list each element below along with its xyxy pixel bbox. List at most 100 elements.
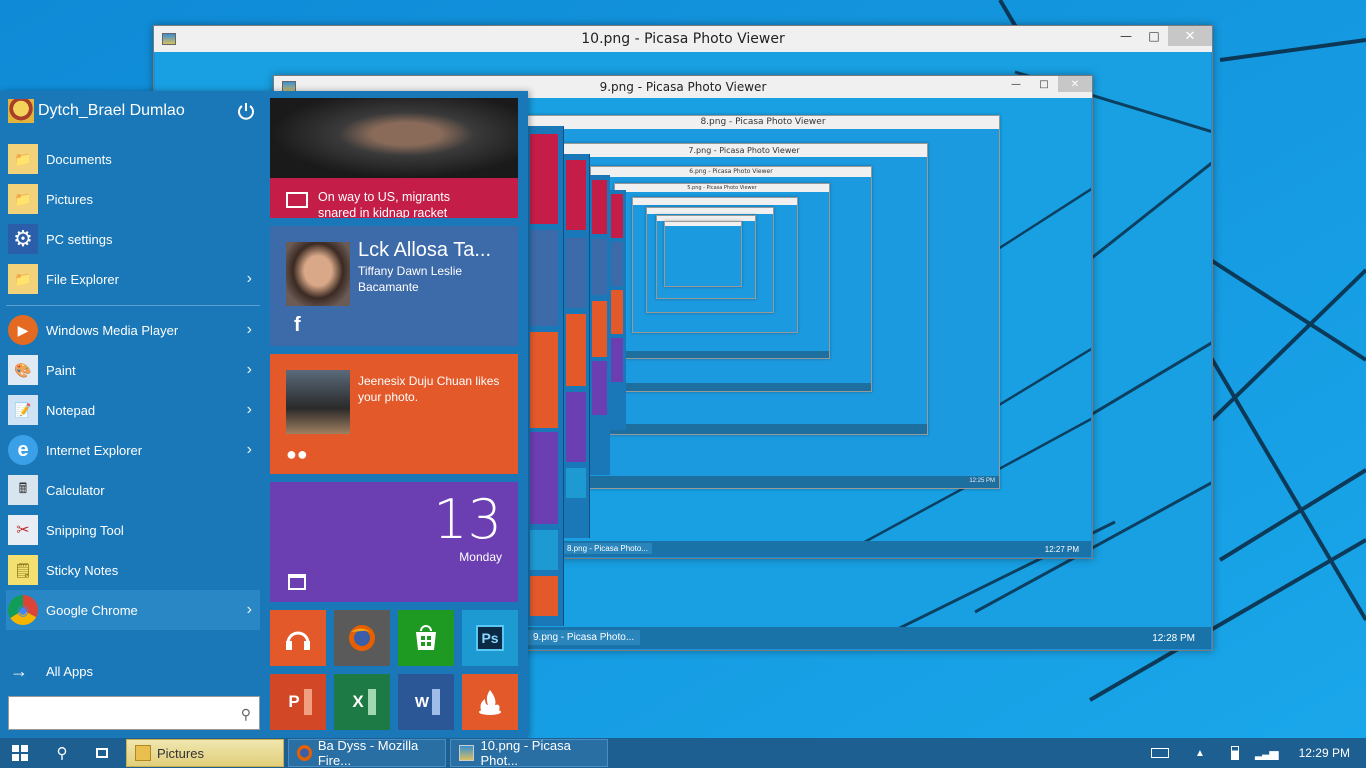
ie-icon: e [8, 435, 38, 465]
start-item-snipping-tool[interactable]: ✂ Snipping Tool [6, 510, 260, 550]
people-photo [286, 370, 350, 434]
taskbar-button-picasa[interactable]: 10.png - Picasa Phot... [450, 738, 608, 768]
keyboard-icon[interactable] [1151, 748, 1170, 758]
nested-start-menu-sliver [610, 190, 626, 430]
start-item-label: Windows Media Player [46, 322, 179, 338]
maximize-button[interactable]: □ [1030, 76, 1058, 92]
nested-start-menu-sliver [528, 126, 564, 626]
picasa-icon [162, 33, 176, 45]
notepad-icon: 📝 [8, 395, 38, 425]
chevron-right-icon[interactable]: › [247, 321, 252, 339]
firefox-tile[interactable] [334, 610, 390, 666]
start-button[interactable] [0, 738, 40, 768]
close-button[interactable]: ✕ [1168, 26, 1212, 46]
inner-clock: 12:25 PM [969, 478, 995, 484]
start-item-notepad[interactable]: 📝 Notepad › [6, 390, 260, 430]
nested-start-menu-sliver [590, 175, 610, 475]
start-item-paint[interactable]: 🎨 Paint › [6, 350, 260, 390]
facebook-icon: f [294, 314, 301, 336]
firefox-icon [349, 625, 375, 651]
inner-clock: 12:27 PM [1044, 544, 1079, 554]
powerpoint-tile[interactable]: P [270, 674, 326, 730]
word-tile[interactable]: W [398, 674, 454, 730]
start-item-sticky-notes[interactable]: 🗒 Sticky Notes [6, 550, 260, 590]
chrome-icon: ◉ [8, 595, 38, 625]
close-button[interactable]: ✕ [1058, 76, 1092, 92]
people-icon: ●● [286, 444, 308, 464]
inner-taskbar-button: 9.png - Picasa Photo... [527, 630, 641, 645]
folder-icon: 📁 [8, 184, 38, 214]
calendar-day-name: Monday [459, 550, 502, 564]
start-item-internet-explorer[interactable]: e Internet Explorer › [6, 430, 260, 470]
task-view-icon [96, 748, 108, 758]
start-item-label: Paint [46, 362, 76, 378]
start-item-label: PC settings [46, 231, 113, 247]
calculator-icon: 🖩 [8, 475, 38, 505]
start-item-calculator[interactable]: 🖩 Calculator [6, 470, 260, 510]
taskbar-button-pictures[interactable]: Pictures [126, 739, 284, 767]
inner-clock: 12:28 PM [1152, 632, 1195, 644]
people-tile[interactable]: Jeenesix Duju Chuan likes your photo. ●● [270, 354, 518, 474]
all-apps-button[interactable]: → All Apps [10, 661, 93, 682]
chevron-right-icon[interactable]: › [247, 601, 252, 619]
window-title: 9.png - Picasa Photo Viewer [599, 80, 767, 94]
calendar-icon [288, 574, 306, 590]
start-item-google-chrome[interactable]: ◉ Google Chrome › [6, 590, 260, 630]
start-item-documents[interactable]: 📁 Documents [6, 139, 260, 179]
maximize-button[interactable]: □ [1140, 26, 1168, 46]
chevron-right-icon[interactable]: › [247, 361, 252, 379]
news-tile[interactable]: On way to US, migrants snared in kidnap … [270, 98, 518, 218]
start-item-windows-media-player[interactable]: ▶ Windows Media Player › [6, 310, 260, 350]
picasa-icon [459, 745, 475, 761]
facebook-tile[interactable]: Lck Allosa Ta... Tiffany Dawn Leslie Bac… [270, 226, 518, 346]
network-icon[interactable]: ▂▃▅ [1255, 746, 1279, 760]
battery-icon[interactable] [1230, 746, 1239, 760]
news-photo [270, 98, 518, 178]
start-item-file-explorer[interactable]: 📁 File Explorer › [6, 259, 260, 299]
task-view-button[interactable] [84, 738, 120, 768]
picasa-window-1[interactable] [664, 221, 742, 287]
start-menu[interactable]: Dytch_Brael Dumlao 📁 Documents 📁 Pictures ⚙ P… [0, 91, 528, 738]
excel-tile[interactable]: X [334, 674, 390, 730]
store-icon [416, 625, 436, 650]
show-hidden-icons-button[interactable]: ▲ [1195, 748, 1205, 759]
user-name: Dytch_Brael Dumlao [38, 102, 185, 119]
flame-tile[interactable] [462, 674, 518, 730]
folder-icon [135, 745, 151, 761]
photoshop-tile[interactable]: Ps [462, 610, 518, 666]
system-tray: ▲ ▂▃▅ 12:29 PM [1151, 738, 1366, 768]
minimize-button[interactable]: — [1112, 26, 1140, 46]
window-title: 8.png - Picasa Photo Viewer [527, 116, 999, 129]
chevron-right-icon[interactable]: › [247, 401, 252, 419]
power-icon[interactable] [236, 101, 256, 121]
calendar-day-number: 13 [433, 488, 502, 551]
minimize-button[interactable]: — [1002, 76, 1030, 92]
all-apps-label: All Apps [46, 664, 93, 679]
firefox-icon [297, 745, 312, 761]
start-item-label: Snipping Tool [46, 522, 124, 538]
chevron-right-icon[interactable]: › [247, 441, 252, 459]
title-bar[interactable]: 10.png - Picasa Photo Viewer — □ ✕ [154, 26, 1212, 52]
start-item-pc-settings[interactable]: ⚙ PC settings [6, 219, 260, 259]
news-headline: On way to US, migrants snared in kidnap … [318, 190, 450, 218]
clock[interactable]: 12:29 PM [1299, 746, 1350, 760]
search-button[interactable]: ⚲ [44, 738, 80, 768]
search-icon: ⚲ [56, 745, 68, 762]
start-item-label: Notepad [46, 402, 96, 418]
excel-icon: X [348, 689, 376, 715]
arrow-right-icon: → [10, 661, 28, 681]
start-item-label: File Explorer [46, 271, 119, 287]
user-account[interactable]: Dytch_Brael Dumlao [8, 99, 185, 123]
start-item-pictures[interactable]: 📁 Pictures [6, 179, 260, 219]
start-item-label: Documents [46, 151, 112, 167]
start-menu-left-pane: Dytch_Brael Dumlao 📁 Documents 📁 Pictures ⚙ P… [0, 91, 268, 738]
store-tile[interactable] [398, 610, 454, 666]
calendar-tile[interactable]: 13 Monday [270, 482, 518, 602]
taskbar-button-firefox[interactable]: Ba Dyss - Mozilla Fire... [288, 738, 446, 768]
search-input[interactable]: ⚲ [8, 696, 260, 730]
inner-taskbar [591, 383, 871, 391]
chevron-right-icon[interactable]: › [247, 270, 252, 288]
start-item-label: Internet Explorer [46, 442, 143, 458]
music-tile[interactable] [270, 610, 326, 666]
folder-icon: 📁 [8, 264, 38, 294]
